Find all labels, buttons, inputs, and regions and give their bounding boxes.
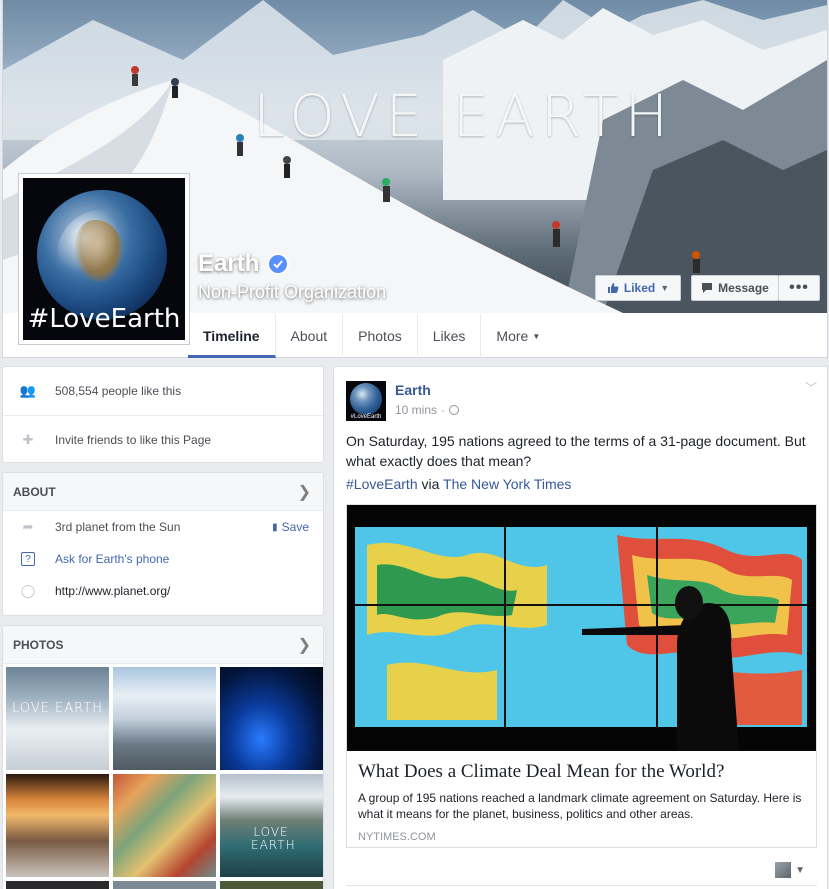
likes-count: 508,554 people like this — [55, 384, 182, 398]
page-tabs: Timeline About Photos Likes More ▼ — [188, 314, 555, 358]
photos-header[interactable]: PHOTOS ❯ — [3, 626, 323, 664]
photo-overlay-text: LOVE EARTH — [12, 701, 103, 716]
source-link[interactable]: The New York Times — [443, 476, 571, 492]
profile-picture[interactable]: #LoveEarth — [18, 173, 190, 345]
liked-button[interactable]: Liked ▼ — [595, 275, 681, 301]
divider — [346, 885, 817, 886]
attachment-source: NYTIMES.COM — [358, 831, 436, 843]
photo-thumbnail[interactable] — [6, 774, 109, 877]
earth-globe-image — [350, 383, 382, 415]
climate-map-image — [347, 505, 816, 751]
photo-thumbnail[interactable]: LOVE EARTH — [6, 667, 109, 770]
question-icon: ? — [21, 552, 35, 566]
globe-icon: ◯ — [20, 583, 36, 598]
attachment-description: A group of 195 nations reached a landmar… — [358, 791, 802, 821]
about-heading: ABOUT — [13, 484, 56, 499]
about-description: 3rd planet from the Sun — [55, 520, 181, 534]
timeline-post: #LoveEarth Earth 10 mins · ﹀ On Saturday… — [333, 366, 828, 889]
photo-thumbnail[interactable] — [113, 881, 216, 889]
avatar-hashtag: #LoveEarth — [350, 414, 382, 420]
page-header: LOVE EARTH #LoveEarth Earth Non-Profit O… — [2, 0, 828, 358]
link-attachment[interactable]: What Does a Climate Deal Mean for the Wo… — [346, 504, 817, 848]
post-author[interactable]: Earth — [395, 382, 431, 398]
likes-card: 👥 508,554 people like this ✚ Invite frie… — [2, 366, 324, 463]
post-as-selector[interactable]: ▼ — [775, 862, 805, 878]
message-label: Message — [718, 281, 769, 295]
people-icon: 👥 — [19, 383, 37, 398]
photo-thumbnail[interactable] — [113, 667, 216, 770]
more-options-button[interactable]: ••• — [778, 275, 820, 301]
chevron-right-icon: ❯ — [297, 483, 311, 501]
post-timestamp[interactable]: 10 mins — [395, 403, 437, 417]
via-text: via — [421, 476, 440, 492]
photo-thumbnail[interactable] — [220, 881, 323, 889]
about-header[interactable]: ABOUT ❯ — [3, 473, 323, 511]
earth-globe-image — [37, 190, 167, 320]
chevron-right-icon: ❯ — [297, 636, 311, 654]
post-text: On Saturday, 195 nations agreed to the t… — [346, 433, 806, 469]
ask-phone-link[interactable]: Ask for Earth's phone — [55, 552, 169, 566]
photo-thumbnail[interactable] — [113, 774, 216, 877]
photo-overlay-text: LOVE EARTH — [251, 825, 296, 852]
dropdown-caret-icon: ▼ — [660, 283, 670, 293]
likes-count-row[interactable]: 👥 508,554 people like this — [3, 367, 323, 415]
save-button[interactable]: ▮ Save — [272, 520, 309, 534]
verified-badge-icon — [267, 253, 290, 275]
photo-thumbnail[interactable] — [6, 881, 109, 889]
message-icon — [702, 283, 713, 293]
tab-about[interactable]: About — [276, 314, 344, 358]
photos-heading: PHOTOS — [13, 637, 64, 652]
website-link[interactable]: http://www.planet.org/ — [55, 584, 170, 598]
cover-title: LOVE EARTH — [253, 82, 675, 150]
tab-likes[interactable]: Likes — [418, 314, 482, 358]
page-name[interactable]: Earth — [198, 250, 259, 278]
tab-more-label: More — [496, 328, 529, 344]
post-options-chevron-icon[interactable]: ﹀ — [805, 379, 817, 396]
public-globe-icon[interactable] — [449, 405, 460, 415]
website-row[interactable]: ◯ http://www.planet.org/ — [3, 575, 323, 607]
post-hashtag-line: #LoveEarth via The New York Times — [346, 476, 571, 492]
tab-photos[interactable]: Photos — [343, 314, 418, 358]
liked-label: Liked — [623, 281, 656, 295]
hashtag-link[interactable]: #LoveEarth — [346, 476, 418, 492]
post-avatar[interactable]: #LoveEarth — [346, 381, 386, 421]
save-label: Save — [281, 520, 309, 534]
invite-friends-row[interactable]: ✚ Invite friends to like this Page — [3, 415, 323, 463]
photo-thumbnail[interactable]: LOVE EARTH — [220, 774, 323, 877]
photo-grid: LOVE EARTH LOVE EARTH — [6, 667, 323, 889]
chevron-down-icon: ▼ — [532, 331, 541, 341]
post-meta: 10 mins · — [395, 403, 460, 417]
attachment-title[interactable]: What Does a Climate Deal Mean for the Wo… — [358, 761, 805, 783]
add-person-icon: ✚ — [22, 431, 34, 447]
avatar — [775, 862, 792, 878]
invite-friends-label: Invite friends to like this Page — [55, 432, 212, 447]
attachment-info[interactable]: What Does a Climate Deal Mean for the Wo… — [347, 751, 816, 847]
bookmark-icon: ▮ — [272, 521, 278, 533]
chevron-down-icon: ▼ — [795, 864, 805, 876]
photo-thumbnail[interactable] — [220, 667, 323, 770]
tab-timeline[interactable]: Timeline — [188, 314, 276, 358]
profile-hashtag: #LoveEarth — [27, 304, 181, 334]
phone-row[interactable]: ? Ask for Earth's phone — [3, 543, 323, 575]
page-title[interactable]: Earth — [198, 250, 290, 278]
about-card: ABOUT ❯ ➦ 3rd planet from the Sun ▮ Save… — [2, 472, 324, 616]
tab-more[interactable]: More ▼ — [481, 314, 555, 358]
share-arrow-icon: ➦ — [22, 519, 34, 534]
attachment-image[interactable] — [347, 505, 816, 751]
page-category: Non-Profit Organization — [198, 282, 387, 302]
message-button[interactable]: Message — [691, 275, 779, 301]
about-description-row: ➦ 3rd planet from the Sun ▮ Save — [3, 511, 323, 543]
photos-card: PHOTOS ❯ LOVE EARTH LOVE EARTH — [2, 625, 324, 889]
thumbs-up-icon — [607, 283, 619, 293]
